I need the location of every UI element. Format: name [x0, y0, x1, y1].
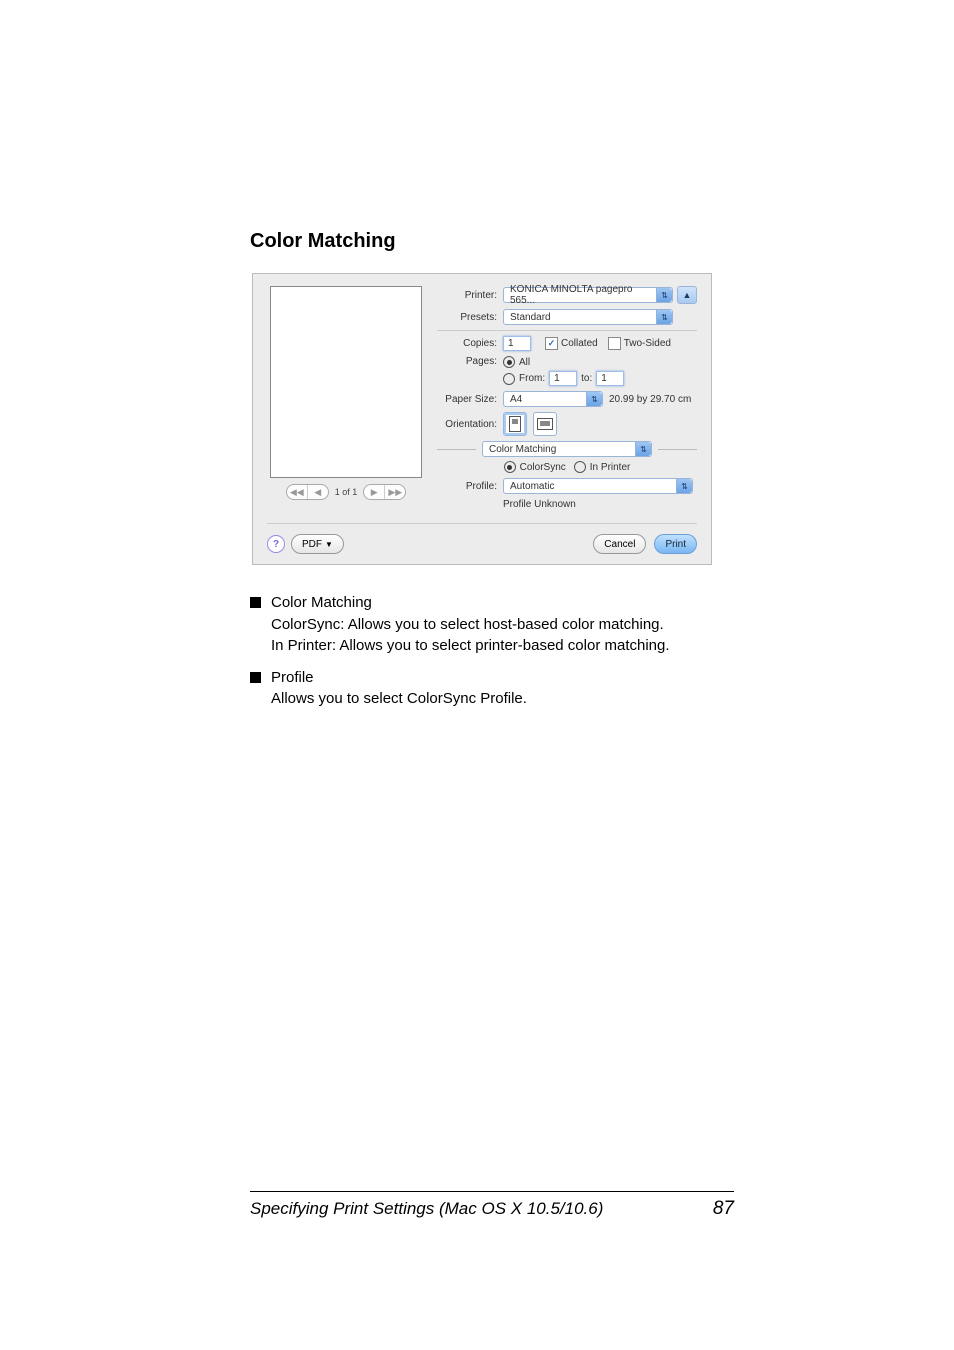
- next-page-button[interactable]: ▶: [364, 485, 385, 499]
- last-page-button[interactable]: ▶▶: [385, 485, 405, 499]
- help-button[interactable]: ?: [267, 535, 285, 553]
- orientation-portrait-button[interactable]: [503, 412, 527, 436]
- pane-value: Color Matching: [489, 444, 556, 455]
- landscape-icon: [537, 418, 553, 430]
- inprinter-label: In Printer: [590, 462, 631, 473]
- papersize-value: A4: [510, 394, 522, 405]
- page-indicator: 1 of 1: [335, 487, 358, 497]
- square-bullet-icon: [250, 672, 261, 683]
- preview-column: ◀◀ ◀ 1 of 1 ▶ ▶▶: [267, 286, 425, 515]
- pages-range-radio[interactable]: [503, 373, 515, 385]
- presets-select[interactable]: Standard ⇅: [503, 309, 673, 325]
- pages-all-radio[interactable]: [503, 356, 515, 368]
- profile-select[interactable]: Automatic ⇅: [503, 478, 693, 494]
- cancel-button[interactable]: Cancel: [593, 534, 646, 554]
- collated-checkbox[interactable]: ✓ Collated: [545, 337, 598, 350]
- section-title: Color Matching: [250, 230, 714, 253]
- presets-value: Standard: [510, 312, 551, 323]
- item-title: Color Matching: [271, 593, 714, 613]
- pane-select[interactable]: Color Matching ⇅: [482, 441, 652, 457]
- copies-label: Copies:: [437, 338, 503, 349]
- pdf-label: PDF: [302, 539, 322, 550]
- collated-label: Collated: [561, 338, 598, 349]
- print-button[interactable]: Print: [654, 534, 697, 554]
- page-preview: [270, 286, 422, 478]
- item-text: ColorSync: Allows you to select host-bas…: [271, 615, 714, 635]
- item-text: In Printer: Allows you to select printer…: [271, 636, 714, 656]
- square-bullet-icon: [250, 597, 261, 608]
- description-block: Color Matching ColorSync: Allows you to …: [250, 593, 714, 711]
- dropdown-arrows-icon: ⇅: [586, 392, 602, 406]
- pages-from-input[interactable]: 1: [549, 371, 577, 386]
- presets-label: Presets:: [437, 312, 503, 323]
- pdf-menu-button[interactable]: PDF ▼: [291, 534, 344, 554]
- first-page-button[interactable]: ◀◀: [287, 485, 308, 499]
- pages-to-input[interactable]: 1: [596, 371, 624, 386]
- profile-status: Profile Unknown: [503, 499, 576, 510]
- print-dialog: ◀◀ ◀ 1 of 1 ▶ ▶▶ Printer: KONICA MINOLTA…: [252, 273, 712, 565]
- prev-page-button[interactable]: ◀: [308, 485, 328, 499]
- colorsync-radio[interactable]: [504, 461, 516, 473]
- footer-title: Specifying Print Settings (Mac OS X 10.5…: [250, 1199, 603, 1219]
- printer-value: KONICA MINOLTA pagepro 565...: [510, 284, 654, 306]
- pages-label: Pages:: [437, 356, 503, 367]
- dropdown-arrows-icon: ⇅: [656, 310, 672, 324]
- papersize-label: Paper Size:: [437, 394, 503, 405]
- form-column: Printer: KONICA MINOLTA pagepro 565... ⇅…: [437, 286, 697, 515]
- portrait-icon: [509, 416, 521, 432]
- pages-to-label: to:: [581, 373, 592, 384]
- item-title: Profile: [271, 668, 714, 688]
- footer-page-number: 87: [713, 1198, 734, 1220]
- pages-all-label: All: [519, 357, 530, 368]
- printer-label: Printer:: [437, 290, 503, 301]
- inprinter-radio[interactable]: [574, 461, 586, 473]
- checkbox-on-icon: ✓: [545, 337, 558, 350]
- dropdown-arrows-icon: ⇅: [656, 288, 672, 302]
- copies-input[interactable]: 1: [503, 336, 531, 351]
- twosided-checkbox[interactable]: Two-Sided: [608, 337, 671, 350]
- orientation-landscape-button[interactable]: [533, 412, 557, 436]
- colorsync-label: ColorSync: [520, 462, 566, 473]
- dropdown-arrows-icon: ⇅: [635, 442, 651, 456]
- chevron-down-icon: ▼: [325, 540, 333, 549]
- profile-label: Profile:: [437, 481, 503, 492]
- twosided-label: Two-Sided: [624, 338, 671, 349]
- dropdown-arrows-icon: ⇅: [676, 479, 692, 493]
- page-footer: Specifying Print Settings (Mac OS X 10.5…: [250, 1191, 734, 1220]
- page-navigator: ◀◀ ◀ 1 of 1 ▶ ▶▶: [286, 484, 407, 500]
- papersize-select[interactable]: A4 ⇅: [503, 391, 603, 407]
- printer-select[interactable]: KONICA MINOLTA pagepro 565... ⇅: [503, 287, 673, 303]
- pages-from-label: From:: [519, 373, 545, 384]
- profile-value: Automatic: [510, 481, 554, 492]
- checkbox-off-icon: [608, 337, 621, 350]
- papersize-dimensions: 20.99 by 29.70 cm: [609, 394, 691, 405]
- orientation-label: Orientation:: [437, 419, 503, 430]
- collapse-dialog-button[interactable]: ▲: [677, 286, 697, 304]
- item-text: Allows you to select ColorSync Profile.: [271, 689, 714, 709]
